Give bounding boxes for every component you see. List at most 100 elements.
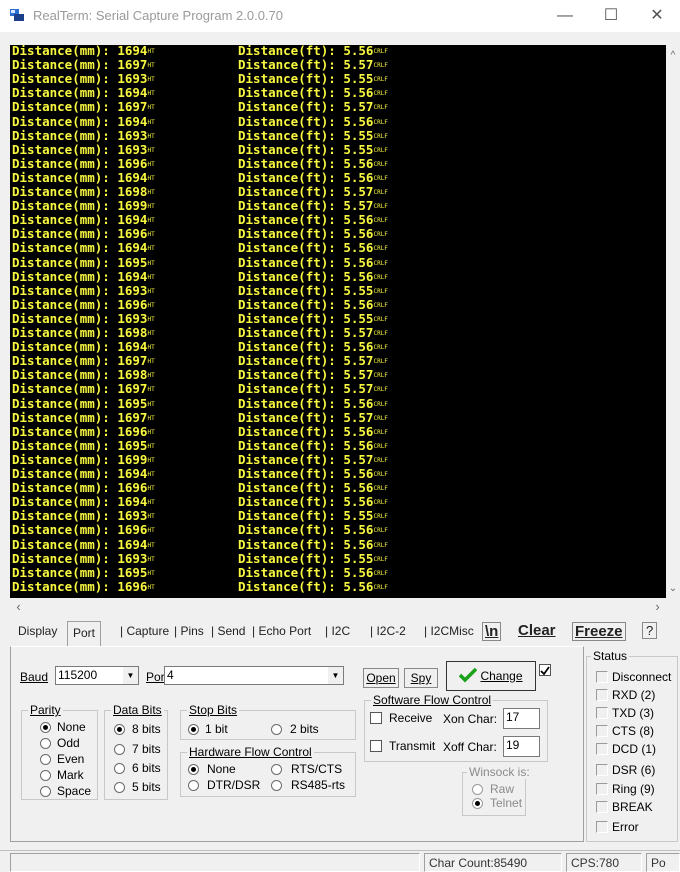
distance-mm-text: Distance(mm): 1696: [12, 578, 148, 594]
terminal-line: Distance(mm): 1698HT Distance(ft): 5.57CR…: [12, 369, 388, 382]
maximize-button[interactable]: ☐: [588, 0, 634, 32]
terminal-line: Distance(mm): 1696HT Distance(ft): 5.56CR…: [12, 578, 388, 594]
distance-mm-text: Distance(mm): 1694: [12, 268, 148, 284]
stop-bits-title: Stop Bits: [187, 703, 240, 717]
terminal-line: Distance(mm): 1693HT Distance(ft): 5.55CR…: [12, 552, 388, 565]
change-checkbox[interactable]: [539, 664, 551, 676]
close-icon: ✕: [650, 7, 664, 24]
terminal-line: Distance(mm): 1693HT Distance(ft): 5.55CR…: [12, 72, 388, 85]
tab-display[interactable]: Display: [18, 624, 57, 638]
crlf-control-char: CRLF: [373, 160, 388, 168]
terminal-vertical-scrollbar[interactable]: ^ ⌄: [666, 45, 680, 598]
crlf-control-char: CRLF: [373, 456, 388, 464]
scroll-down-icon[interactable]: ⌄: [666, 582, 680, 596]
parity-none-radio[interactable]: [40, 722, 51, 733]
tab-control-char: HT: [147, 62, 155, 70]
terminal-line: Distance(mm): 1699HT Distance(ft): 5.57CR…: [12, 199, 388, 212]
spy-button[interactable]: Spy: [404, 668, 438, 688]
receive-checkbox[interactable]: [370, 712, 382, 724]
distance-ft-text: Distance(ft): 5.57CRLF: [238, 367, 388, 383]
data-bits-8-radio[interactable]: [114, 724, 125, 735]
hw-flow-rtscts-radio[interactable]: [271, 764, 282, 775]
terminal-line: Distance(mm): 1697HT Distance(ft): 5.57CR…: [12, 383, 388, 396]
tab-capture[interactable]: | Capture: [120, 624, 169, 638]
stop-bits-1-radio[interactable]: [188, 724, 199, 735]
tab-pins[interactable]: | Pins: [174, 624, 204, 638]
parity-mark-label: Mark: [57, 768, 84, 782]
chevron-down-icon[interactable]: ▼: [328, 667, 343, 684]
stop-bits-1-label: 1 bit: [205, 722, 228, 736]
newline-button[interactable]: \n: [482, 622, 502, 641]
terminal-line: Distance(mm): 1698HT Distance(ft): 5.57CR…: [12, 185, 388, 198]
scroll-up-icon[interactable]: ^: [666, 49, 680, 63]
distance-mm-text: Distance(mm): 1696: [12, 522, 148, 538]
crlf-control-char: CRLF: [373, 90, 388, 98]
stop-bits-2-radio[interactable]: [271, 724, 282, 735]
baud-select[interactable]: 115200 ▼: [55, 666, 139, 685]
tab-control-char: HT: [147, 358, 155, 366]
title-bar: RealTerm: Serial Capture Program 2.0.0.7…: [0, 0, 680, 32]
data-bits-5-radio[interactable]: [114, 782, 125, 793]
scroll-right-icon[interactable]: ›: [649, 598, 666, 615]
distance-mm-text: Distance(mm): 1697: [12, 409, 148, 425]
tab-port[interactable]: Port: [67, 621, 102, 647]
crlf-control-char: CRLF: [373, 414, 388, 422]
clear-button[interactable]: Clear: [518, 622, 556, 639]
close-button[interactable]: ✕: [634, 0, 680, 32]
data-bits-6-label: 6 bits: [132, 761, 161, 775]
parity-odd-radio[interactable]: [40, 738, 51, 749]
status-led: [596, 743, 608, 755]
distance-mm-text: Distance(mm): 1694: [12, 339, 148, 355]
winsock-raw-radio[interactable]: [472, 784, 483, 795]
parity-mark-radio[interactable]: [40, 770, 51, 781]
tab-i2c-2[interactable]: | I2C-2: [370, 624, 406, 638]
crlf-control-char: CRLF: [373, 231, 388, 239]
scroll-left-icon[interactable]: ‹: [10, 598, 27, 615]
status-led: [596, 689, 608, 701]
terminal-horizontal-scrollbar[interactable]: ‹ ›: [10, 598, 666, 615]
tab-strip: Display Port | Capture | Pins | Send | E…: [12, 621, 680, 647]
tab-i2c[interactable]: | I2C: [325, 624, 350, 638]
crlf-control-char: CRLF: [373, 189, 388, 196]
freeze-button[interactable]: Freeze: [572, 622, 626, 641]
crlf-control-char: CRLF: [373, 203, 388, 211]
distance-ft-text: Distance(ft): 5.55CRLF: [238, 141, 388, 157]
tab-control-char: HT: [147, 217, 155, 225]
distance-mm-text: Distance(mm): 1694: [12, 113, 148, 129]
parity-even-radio[interactable]: [40, 754, 51, 765]
distance-mm-text: Distance(mm): 1696: [12, 296, 148, 312]
distance-mm-text: Distance(mm): 1693: [12, 127, 148, 143]
distance-mm-text: Distance(mm): 1695: [12, 395, 148, 411]
tab-echo-port[interactable]: | Echo Port: [252, 624, 311, 638]
terminal-output[interactable]: Distance(mm): 1694 HT Distance(ft): 5.56CR…: [10, 45, 666, 598]
tab-control-char: HT: [147, 555, 155, 563]
tab-i2cmisc[interactable]: | I2CMisc: [424, 624, 474, 638]
crlf-control-char: CRLF: [373, 217, 388, 225]
distance-ft-text: Distance(ft): 5.56CRLF: [238, 395, 388, 411]
hw-flow-dtrdsr-radio[interactable]: [188, 780, 199, 791]
tab-control-char: HT: [147, 301, 155, 309]
chevron-down-icon[interactable]: ▼: [123, 667, 138, 684]
xon-input[interactable]: 17: [503, 708, 540, 729]
status-error: Error: [612, 820, 639, 834]
terminal-line: Distance(mm): 1695HT Distance(ft): 5.56CR…: [12, 256, 388, 269]
distance-ft-text: Distance(ft): 5.57CRLF: [238, 451, 388, 467]
port-select[interactable]: 4 ▼: [164, 666, 344, 685]
open-button[interactable]: Open: [363, 668, 399, 688]
status-led: [596, 671, 608, 683]
transmit-checkbox[interactable]: [370, 740, 382, 752]
data-bits-6-radio[interactable]: [114, 763, 125, 774]
tab-send[interactable]: | Send: [211, 624, 245, 638]
crlf-control-char: CRLF: [373, 372, 388, 380]
xoff-input[interactable]: 19: [503, 736, 540, 757]
winsock-telnet-radio[interactable]: [472, 798, 483, 809]
data-bits-7-radio[interactable]: [114, 744, 125, 755]
help-button[interactable]: ?: [642, 622, 658, 639]
parity-space-radio[interactable]: [40, 786, 51, 797]
change-button[interactable]: Change: [446, 661, 536, 691]
status-bar: Char Count:85490 CPS:780 Po: [0, 850, 680, 872]
minimize-button[interactable]: —: [542, 0, 588, 32]
distance-ft-text: Distance(ft): 5.56CRLF: [238, 522, 388, 538]
hw-flow-none-radio[interactable]: [188, 764, 199, 775]
hw-flow-rs485-radio[interactable]: [271, 780, 282, 791]
